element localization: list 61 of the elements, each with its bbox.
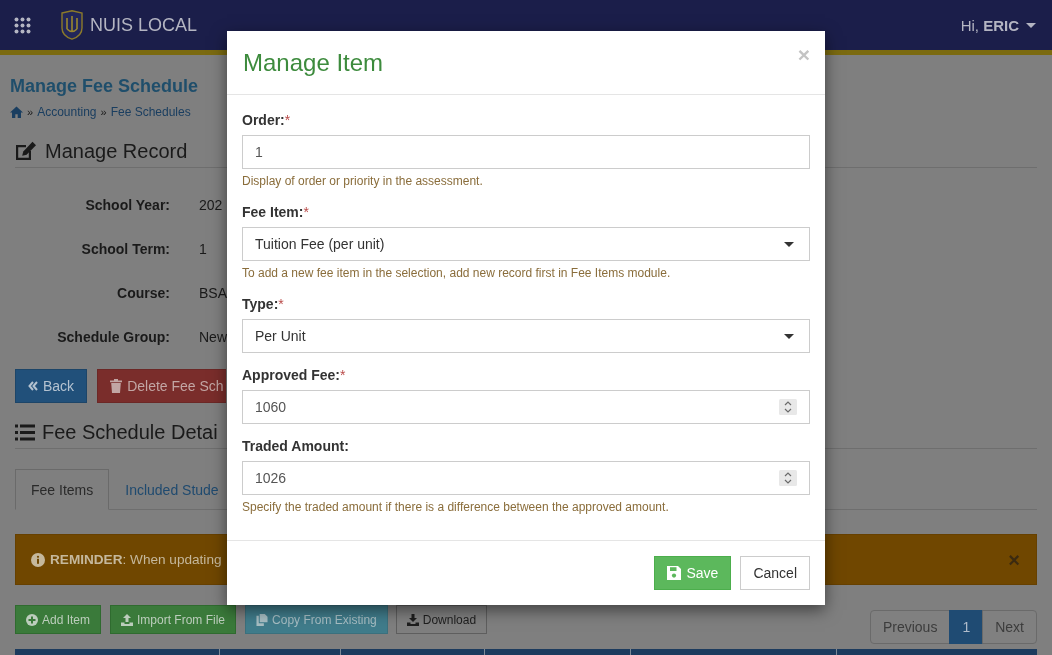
field-label: School Year: <box>84 197 170 213</box>
breadcrumb-link[interactable]: Accounting <box>37 104 97 120</box>
home-icon[interactable] <box>10 106 23 118</box>
field-label: Order:* <box>242 111 291 130</box>
app-name: NUIS LOCAL <box>90 14 198 36</box>
app-grid-menu-icon[interactable] <box>14 16 31 34</box>
breadcrumb-separator: » <box>100 105 107 120</box>
reminder-text: REMINDER: When updating <box>50 552 222 567</box>
action-button[interactable]: Delete Fee Sch <box>97 369 226 403</box>
dialog-button[interactable]: Save <box>654 556 732 590</box>
dropdown-select[interactable]: Tuition Fee (per unit) <box>242 227 810 261</box>
edit-icon <box>15 141 37 161</box>
info-icon <box>31 552 45 567</box>
plus-circle-icon <box>26 613 38 626</box>
shield-logo-icon <box>60 10 84 40</box>
dialog-button[interactable]: Cancel <box>740 556 810 590</box>
toolbar-button[interactable]: Download <box>395 605 488 634</box>
pagination-button[interactable]: Next <box>982 610 1037 644</box>
caret-down-icon <box>784 333 794 339</box>
help-text: Specify the traded amount if there is a difference between the approved amount. <box>242 499 669 516</box>
tab[interactable]: Fee Items <box>15 469 110 510</box>
field-label: School Term: <box>80 241 170 257</box>
section-heading: Manage Record <box>45 139 188 164</box>
trash-icon <box>110 379 123 393</box>
dropdown-select[interactable]: Per Unit <box>242 319 810 353</box>
double-chevron-left-icon <box>28 381 38 391</box>
field-label: Traded Amount: <box>242 437 349 456</box>
user-menu-button[interactable]: Hi, ERIC <box>960 16 1036 34</box>
spinner-arrows-icon[interactable] <box>779 470 797 486</box>
pagination-button[interactable]: 1 <box>949 610 984 644</box>
number-input[interactable]: 1026 <box>242 461 810 495</box>
breadcrumb-link[interactable]: Fee Schedules <box>110 104 191 120</box>
toolbar-button[interactable]: Import From File <box>110 605 237 634</box>
list-icon <box>15 423 35 441</box>
field-label: Type:* <box>242 295 284 314</box>
tab[interactable]: Included Stude <box>109 469 235 510</box>
help-text: Display of order or priority in the assessment. <box>242 173 483 190</box>
field-label: Schedule Group: <box>56 329 170 345</box>
copy-icon <box>256 613 269 626</box>
download-icon <box>406 613 419 626</box>
field-label: Fee Item:* <box>242 203 309 222</box>
number-input[interactable]: 1060 <box>242 390 810 424</box>
caret-down-icon <box>1026 22 1036 28</box>
field-label: Course: <box>116 285 170 301</box>
field-value: 202 <box>199 197 223 213</box>
caret-down-icon <box>784 241 794 247</box>
field-label: Approved Fee:* <box>242 366 346 385</box>
field-value: BSA <box>199 285 227 301</box>
field-value: New <box>199 329 227 345</box>
upload-icon <box>121 613 134 626</box>
dialog-title: Manage Item <box>243 50 384 76</box>
action-button[interactable]: Back <box>15 369 88 403</box>
pagination-button[interactable]: Previous <box>869 610 951 644</box>
spinner-arrows-icon[interactable] <box>779 399 797 415</box>
text-input[interactable]: 1 <box>242 135 810 169</box>
breadcrumb-separator: » <box>27 105 34 120</box>
section-heading: Fee Schedule Detai <box>42 420 218 445</box>
help-text: To add a new fee item in the selection, add new record first in Fee Items module. <box>242 265 671 282</box>
page-title: Manage Fee Schedule <box>10 75 199 98</box>
field-value: 1 <box>199 241 207 257</box>
toolbar-button[interactable]: Add Item <box>15 605 102 634</box>
